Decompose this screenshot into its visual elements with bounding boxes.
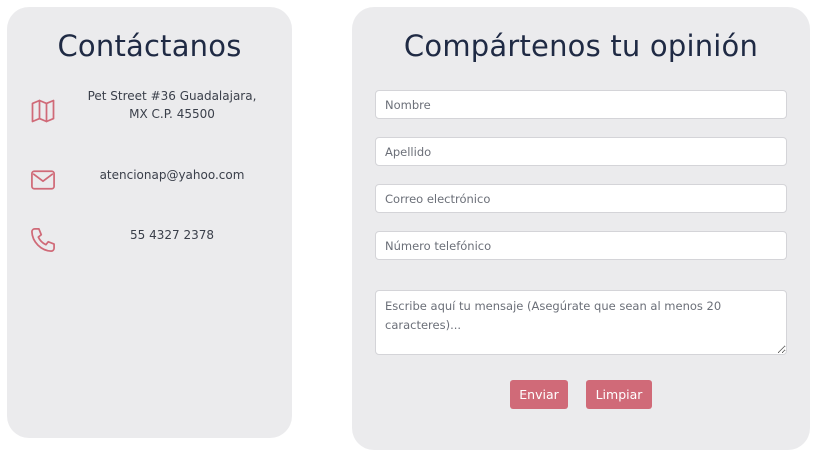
map-icon <box>29 97 57 125</box>
address-line-1: Pet Street #36 Guadalajara, <box>87 89 257 103</box>
contact-email: atencionap@yahoo.com <box>99 168 245 182</box>
contact-card: Contáctanos Pet Street #36 Guadalajara, … <box>7 7 292 438</box>
contact-title: Contáctanos <box>57 29 242 63</box>
feedback-form-card: Compártenos tu opinión Enviar Limpiar <box>352 7 810 450</box>
nombre-input[interactable] <box>375 90 787 119</box>
form-title: Compártenos tu opinión <box>403 29 759 63</box>
clear-button[interactable]: Limpiar <box>586 380 652 409</box>
contact-phone: 55 4327 2378 <box>130 228 214 242</box>
send-button[interactable]: Enviar <box>510 380 568 409</box>
contact-address: Pet Street #36 Guadalajara, MX C.P. 4550… <box>77 87 267 123</box>
mensaje-textarea[interactable] <box>375 290 787 355</box>
phone-icon <box>29 226 57 254</box>
telefono-input[interactable] <box>375 231 787 260</box>
correo-input[interactable] <box>375 184 787 213</box>
apellido-input[interactable] <box>375 137 787 166</box>
envelope-icon <box>29 166 57 194</box>
address-line-2: MX C.P. 45500 <box>129 107 215 121</box>
